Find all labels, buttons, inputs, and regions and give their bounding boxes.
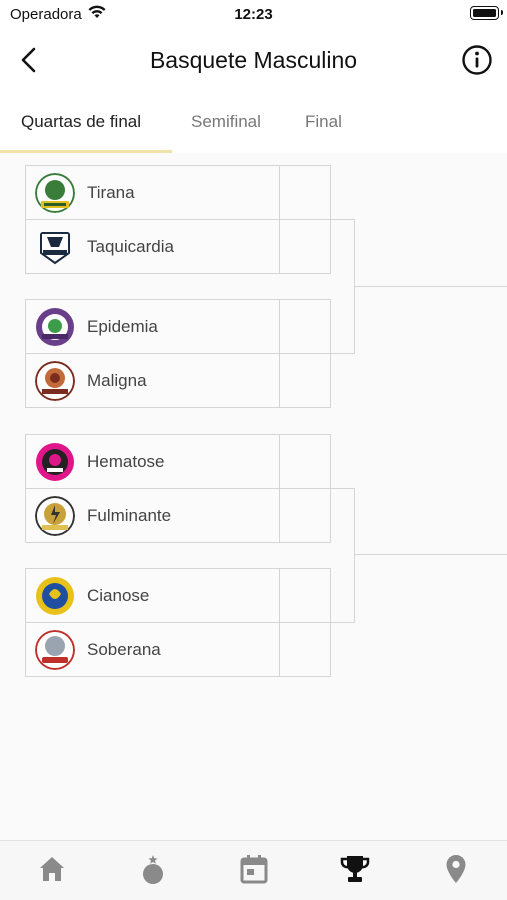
score-box — [279, 353, 332, 408]
header: Basquete Masculino — [0, 30, 507, 92]
bracket-line — [330, 219, 355, 220]
team-row-maligna[interactable]: Maligna — [25, 353, 331, 408]
trophy-icon[interactable] — [339, 853, 371, 885]
tab-quartas-de-final[interactable]: Quartas de final — [21, 112, 141, 132]
tab-final[interactable]: Final — [305, 112, 342, 132]
info-icon[interactable] — [461, 44, 493, 76]
score-box — [279, 488, 332, 543]
team-name: Tirana — [87, 183, 135, 202]
team-row-taquicardia[interactable]: Taquicardia — [25, 219, 331, 274]
page-title: Basquete Masculino — [149, 47, 358, 73]
calendar-icon[interactable] — [238, 853, 270, 885]
bracket-line — [330, 488, 355, 489]
team-row-epidemia[interactable]: Epidemia — [25, 299, 331, 354]
home-icon[interactable] — [36, 853, 68, 885]
bracket-line — [354, 488, 355, 623]
status-bar: Operadora 12:23 — [0, 0, 507, 30]
team-name: Epidemia — [87, 317, 158, 336]
team-row-fulminante[interactable]: Fulminante — [25, 488, 331, 543]
taquicardia-logo-icon — [40, 232, 70, 265]
battery-icon — [470, 6, 503, 20]
maligna-logo-icon — [35, 361, 75, 401]
location-pin-icon[interactable] — [440, 853, 472, 885]
status-time: 12:23 — [234, 6, 273, 23]
bracket-line — [354, 554, 507, 555]
bracket-line — [330, 353, 355, 354]
soberana-logo-icon — [35, 630, 75, 670]
score-box — [279, 219, 332, 274]
medal-icon[interactable] — [137, 853, 169, 885]
epidemia-logo-icon — [36, 308, 74, 346]
score-box — [279, 434, 332, 489]
team-name: Hematose — [87, 452, 165, 471]
hematose-logo-icon — [36, 443, 74, 481]
score-box — [279, 165, 332, 220]
round-tabs: Quartas de final Semifinal Final — [0, 92, 507, 153]
tirana-logo-icon — [35, 173, 75, 213]
score-box — [279, 622, 332, 677]
bracket-line — [354, 286, 507, 287]
team-name: Taquicardia — [87, 237, 174, 256]
score-box — [279, 299, 332, 354]
team-row-cianose[interactable]: Cianose — [25, 568, 331, 623]
bracket-line — [330, 622, 355, 623]
team-name: Maligna — [87, 371, 147, 390]
team-row-tirana[interactable]: Tirana — [25, 165, 331, 220]
bracket: Tirana Taquicardia Epidemia Maligna Hema… — [0, 153, 507, 840]
bottom-tab-bar — [0, 840, 507, 900]
team-name: Cianose — [87, 586, 150, 605]
team-row-hematose[interactable]: Hematose — [25, 434, 331, 489]
cianose-logo-icon — [36, 577, 74, 615]
team-name: Soberana — [87, 640, 161, 659]
tab-semifinal[interactable]: Semifinal — [191, 112, 261, 132]
team-row-soberana[interactable]: Soberana — [25, 622, 331, 677]
team-name: Fulminante — [87, 506, 172, 525]
fulminante-logo-icon — [35, 496, 75, 536]
score-box — [279, 568, 332, 623]
